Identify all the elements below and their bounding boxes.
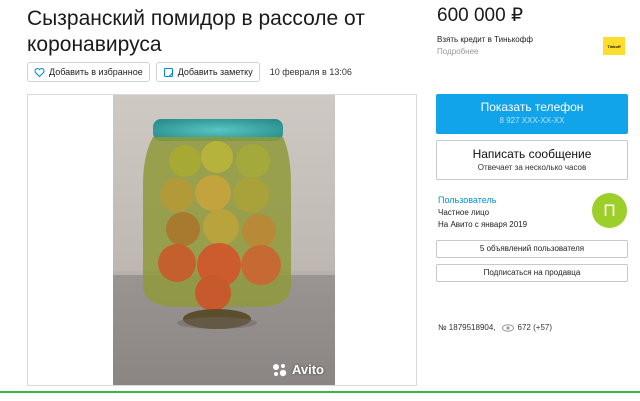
subscribe-seller-button[interactable]: Подписаться на продавца (436, 264, 628, 282)
write-message-label: Написать сообщение (472, 147, 592, 161)
seller-since: На Авито с января 2019 (438, 220, 528, 229)
avito-watermark: Avito (272, 362, 324, 377)
listing-actions: Добавить в избранное Добавить заметку 10… (27, 62, 352, 82)
tinkoff-logo-text: Tinkoff (607, 43, 621, 49)
show-phone-label: Показать телефон (480, 100, 584, 114)
favorite-label: Добавить в избранное (49, 67, 143, 77)
avito-logo-icon (272, 363, 287, 376)
response-time: Отвечает за несколько часов (477, 163, 587, 172)
bottom-divider (0, 391, 640, 393)
note-icon (163, 67, 174, 78)
seller-info: Пользователь Частное лицо На Авито с янв… (438, 195, 527, 229)
views-count: 672 (+57) (517, 323, 552, 332)
listing-meta: № 1879518904, 672 (+57) (438, 323, 552, 332)
listing-title: Сызранский помидор в рассоле от коронави… (27, 7, 365, 56)
show-phone-button[interactable]: Показать телефон 8 927 XXX-XX-XX (436, 94, 628, 134)
add-note-button[interactable]: Добавить заметку (155, 62, 260, 82)
tinkoff-logo[interactable]: Tinkoff (603, 37, 625, 55)
avatar[interactable]: П (592, 193, 627, 228)
listing-photo[interactable]: Avito (27, 94, 417, 386)
add-to-favorites-button[interactable]: Добавить в избранное (27, 62, 150, 82)
heart-icon (34, 67, 45, 78)
seller-type: Частное лицо (438, 208, 490, 217)
listing-number: № 1879518904, (438, 323, 496, 332)
avatar-letter: П (603, 200, 616, 220)
eye-icon (501, 323, 514, 332)
note-label: Добавить заметку (177, 67, 253, 77)
listing-date: 10 февраля в 13:06 (269, 67, 352, 77)
write-message-button[interactable]: Написать сообщение Отвечает за несколько… (436, 140, 628, 180)
jar-photo-image (113, 95, 335, 385)
masked-phone: 8 927 XXX-XX-XX (499, 116, 565, 125)
credit-more-link[interactable]: Подробнее (437, 47, 479, 56)
watermark-text: Avito (291, 362, 324, 377)
seller-name-link[interactable]: Пользователь (438, 195, 527, 205)
credit-link[interactable]: Взять кредит в Тинькофф (437, 35, 533, 44)
price: 600 000 ₽ (437, 5, 524, 26)
user-ads-button[interactable]: 5 объявлений пользователя (436, 240, 628, 258)
